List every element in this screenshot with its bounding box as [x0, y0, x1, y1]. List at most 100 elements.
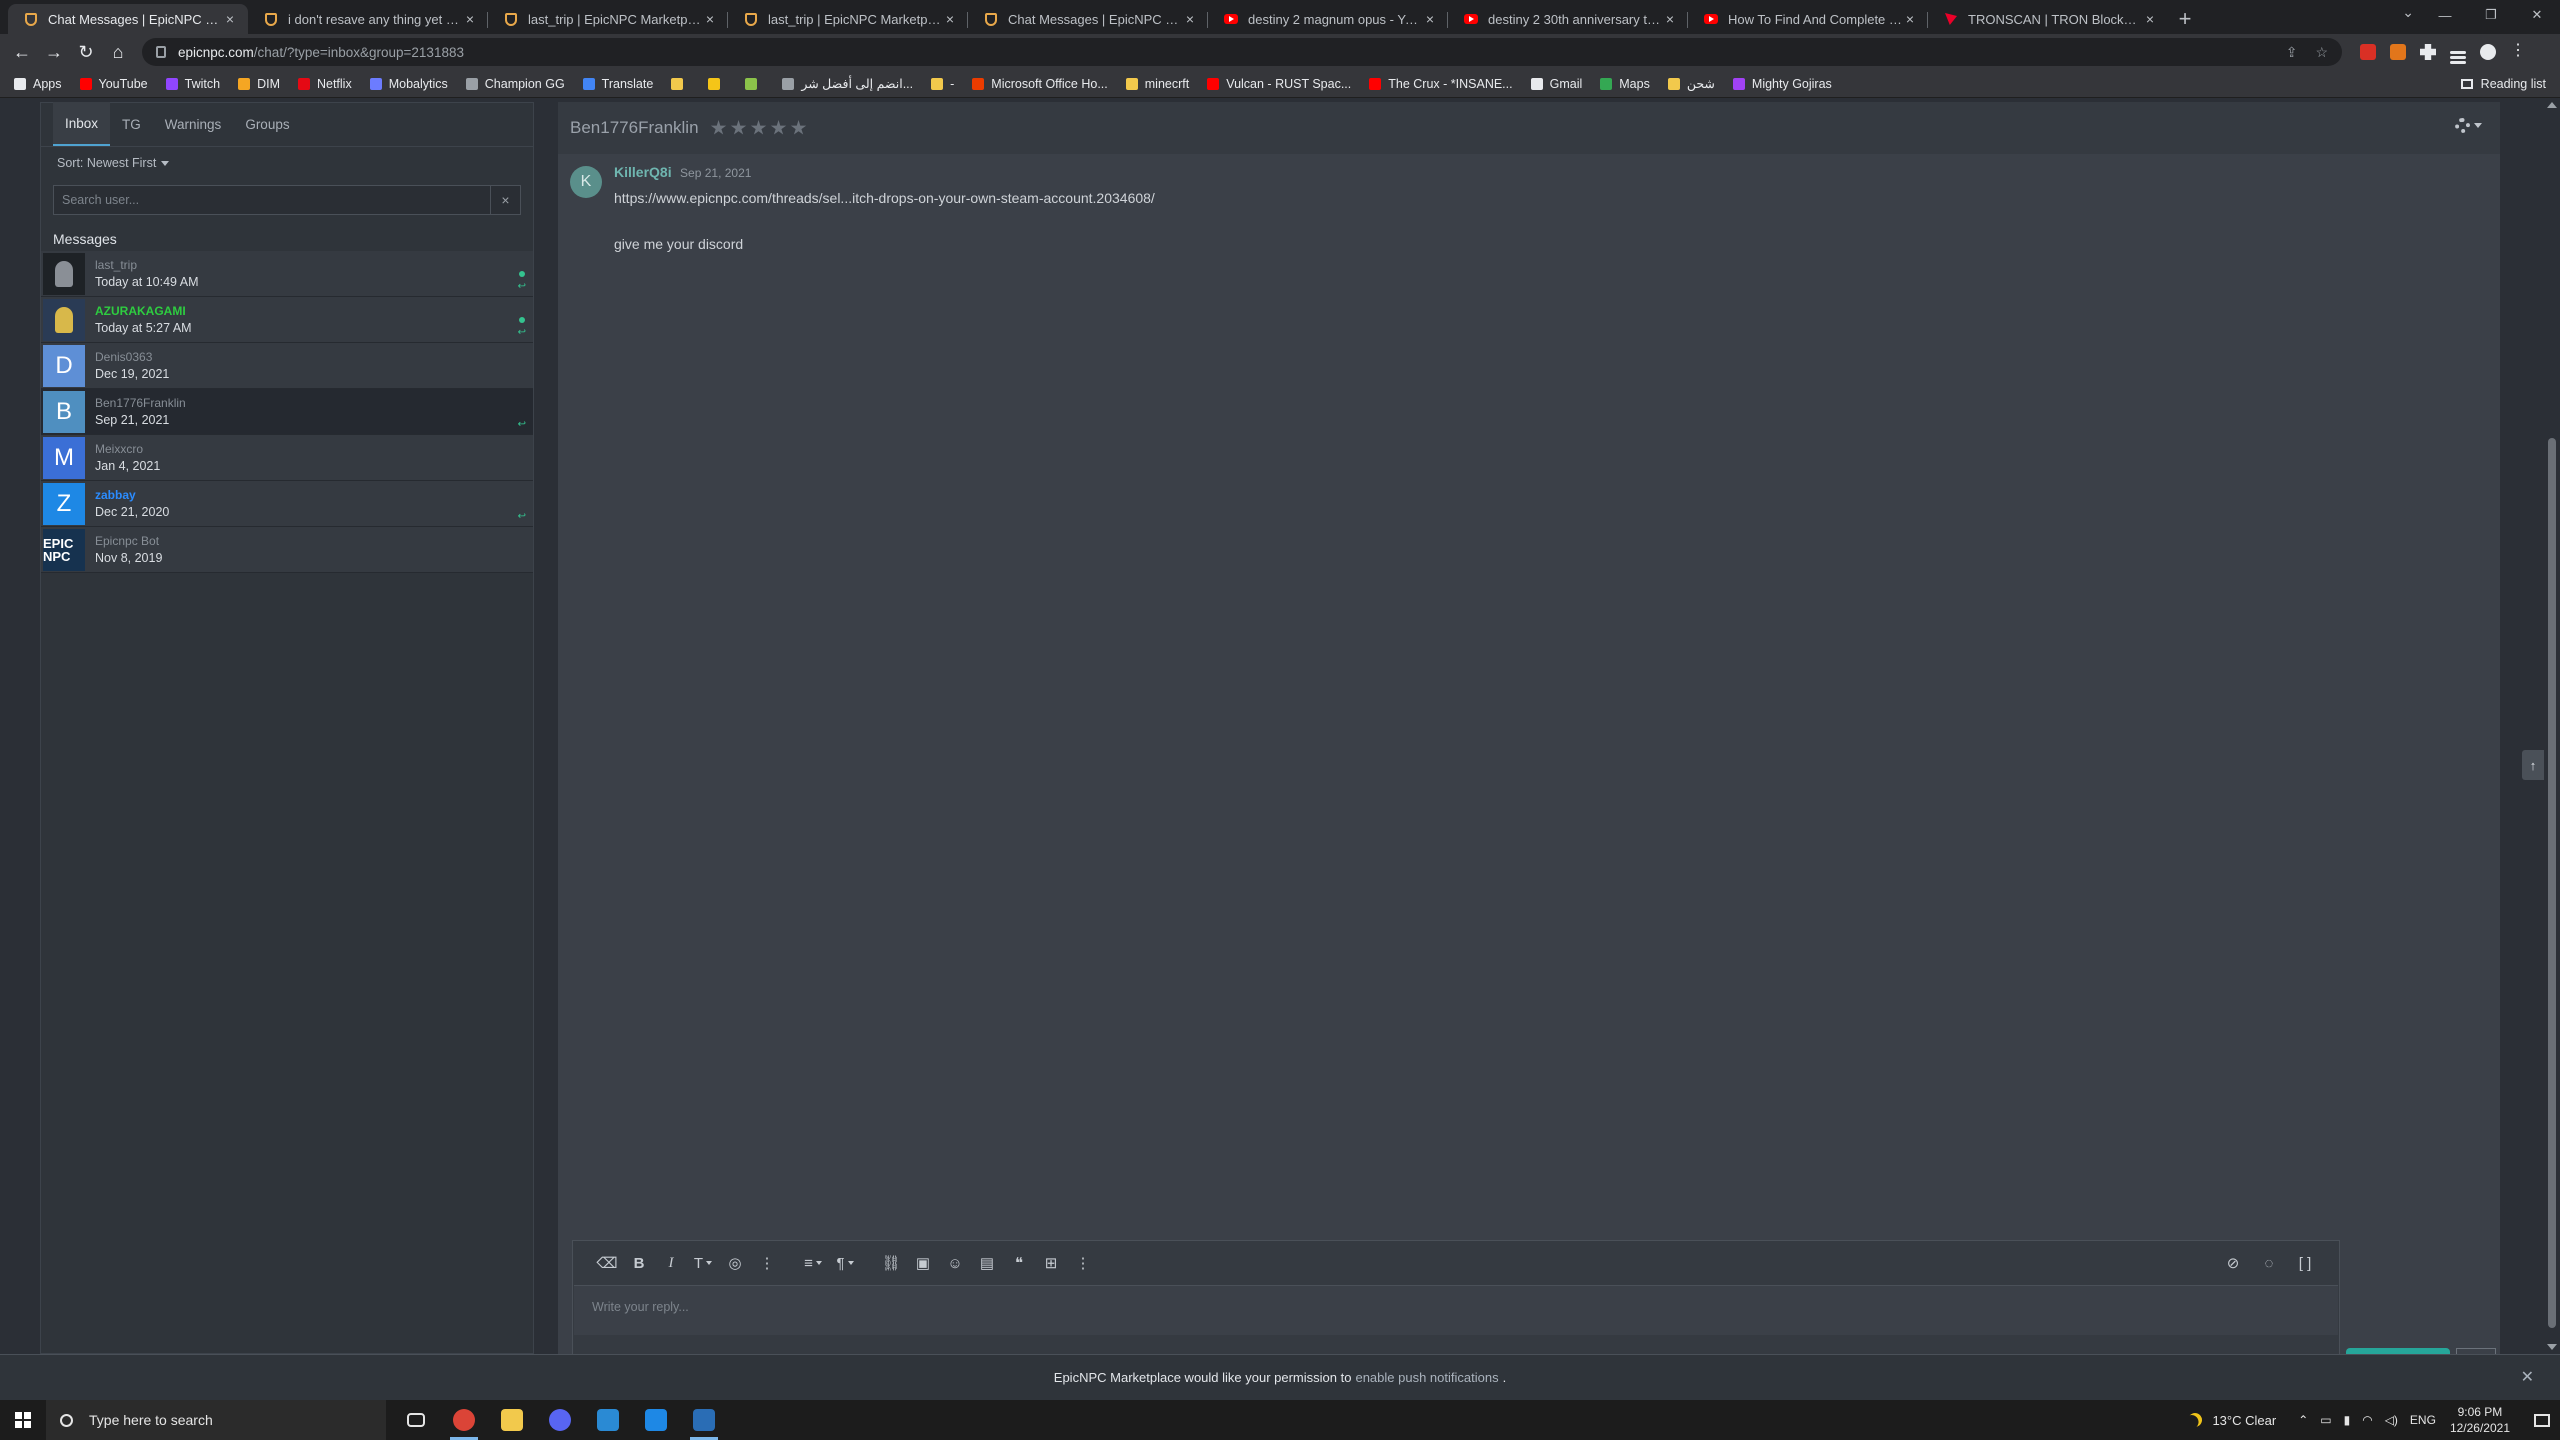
- network-icon[interactable]: ▭: [2320, 1413, 2331, 1427]
- notification-center-button[interactable]: [2524, 1400, 2560, 1440]
- bold-icon[interactable]: B: [623, 1249, 655, 1277]
- close-icon[interactable]: ✕: [2521, 1367, 2534, 1387]
- more-vertical-icon[interactable]: ⋮: [751, 1249, 783, 1277]
- minimize-button[interactable]: —: [2422, 0, 2468, 30]
- sort-dropdown[interactable]: Sort: Newest First: [41, 147, 533, 179]
- forward-arrow-icon[interactable]: →: [38, 36, 70, 68]
- close-tab-icon[interactable]: ×: [462, 11, 478, 27]
- conversation-item[interactable]: Zzabbay Dec 21, 2020 ↩: [41, 481, 533, 527]
- conversation-item[interactable]: M Meixxcro Jan 4, 2021: [41, 435, 533, 481]
- scroll-down-arrow-icon[interactable]: [2547, 1344, 2557, 1350]
- page-scrollbar[interactable]: [2544, 98, 2560, 1354]
- search-user-input[interactable]: [54, 186, 490, 214]
- reply-input[interactable]: Write your reply...: [574, 1285, 2338, 1335]
- browser-tab[interactable]: last_trip | EpicNPC Marketplace ×: [728, 4, 968, 34]
- file-explorer-icon[interactable]: [488, 1400, 536, 1440]
- restore-button[interactable]: ❐: [2468, 0, 2514, 30]
- bookmark-item[interactable]: [745, 77, 764, 90]
- browser-tab[interactable]: Chat Messages | EpicNPC Marketplace×: [968, 4, 1208, 34]
- bookmark-item[interactable]: minecrft: [1125, 77, 1189, 91]
- reload-icon[interactable]: ↻: [70, 36, 102, 68]
- bookmark-item[interactable]: The Crux - *INSANE...: [1369, 77, 1513, 91]
- scrollbar-thumb[interactable]: [2548, 438, 2556, 1328]
- task-view-icon[interactable]: [392, 1400, 440, 1440]
- microphone-icon[interactable]: ▮: [2344, 1413, 2351, 1427]
- image-icon[interactable]: ▣: [907, 1249, 939, 1277]
- enable-push-link[interactable]: enable push notifications: [1355, 1370, 1498, 1385]
- browser-tab[interactable]: TRONSCAN | TRON BlockChain E...×: [1928, 4, 2168, 34]
- bbcode-toggle-icon[interactable]: [ ]: [2289, 1249, 2321, 1277]
- close-tab-icon[interactable]: ×: [1662, 11, 1678, 27]
- close-window-button[interactable]: ✕: [2514, 0, 2560, 30]
- address-bar[interactable]: epicnpc.com/chat/?type=inbox&group=21318…: [142, 38, 2342, 66]
- star-icon[interactable]: [750, 120, 767, 135]
- tab-inbox[interactable]: Inbox: [53, 102, 111, 146]
- remove-format-icon[interactable]: ⊘: [2217, 1249, 2249, 1277]
- media-control-icon[interactable]: [2450, 50, 2466, 54]
- puzzle-icon[interactable]: [2420, 44, 2436, 60]
- star-icon[interactable]: [730, 120, 747, 135]
- quote-icon[interactable]: ❝: [1003, 1249, 1035, 1277]
- hide-preview-icon[interactable]: ◌: [2253, 1249, 2285, 1277]
- scroll-to-top-button[interactable]: ↑: [2522, 750, 2544, 780]
- close-tab-icon[interactable]: ×: [1902, 11, 1918, 27]
- chrome-icon[interactable]: [440, 1400, 488, 1440]
- language-indicator[interactable]: ENG: [2410, 1413, 2436, 1427]
- bookmark-item[interactable]: [708, 77, 727, 90]
- bookmark-item[interactable]: Apps: [14, 77, 62, 91]
- bookmark-item[interactable]: Microsoft Office Ho...: [972, 77, 1108, 91]
- extension-icon[interactable]: [2360, 44, 2376, 60]
- discord-icon[interactable]: [536, 1400, 584, 1440]
- home-icon[interactable]: ⌂: [102, 36, 134, 68]
- browser-tab[interactable]: destiny 2 magnum opus - YouTube×: [1208, 4, 1448, 34]
- metamask-icon[interactable]: [2390, 44, 2406, 60]
- conversation-item[interactable]: EPIC NPC Epicnpc Bot Nov 8, 2019: [41, 527, 533, 573]
- close-tab-icon[interactable]: ×: [702, 11, 718, 27]
- table-icon[interactable]: ⊞: [1035, 1249, 1067, 1277]
- taskbar-clock[interactable]: 9:06 PM 12/26/2021: [2450, 1404, 2510, 1436]
- conversation-item[interactable]: last_trip Today at 10:49 AM ↩: [41, 251, 533, 297]
- reading-list-button[interactable]: Reading list: [2460, 77, 2546, 91]
- new-tab-button[interactable]: +: [2168, 4, 2202, 34]
- bookmark-item[interactable]: Netflix: [297, 77, 352, 91]
- bookmark-item[interactable]: YouTube: [79, 77, 148, 91]
- avatar[interactable]: EPIC NPC: [43, 528, 85, 571]
- avatar[interactable]: M: [43, 436, 85, 479]
- bookmark-star-icon[interactable]: ☆: [2315, 44, 2328, 61]
- tab-warnings[interactable]: Warnings: [153, 102, 234, 146]
- menu-kebab-icon[interactable]: ⋮: [2510, 43, 2526, 60]
- close-tab-icon[interactable]: ×: [942, 11, 958, 27]
- lock-icon[interactable]: [156, 46, 166, 58]
- close-tab-icon[interactable]: ×: [1182, 11, 1198, 27]
- tab-groups[interactable]: Groups: [233, 102, 301, 146]
- bookmark-item[interactable]: Mobalytics: [369, 77, 448, 91]
- media-icon[interactable]: ▤: [971, 1249, 1003, 1277]
- browser-tab[interactable]: Chat Messages | EpicNPC Marketplace×: [8, 4, 248, 34]
- browser-tab[interactable]: i don't resave any thing yet form...×: [248, 4, 488, 34]
- bookmark-item[interactable]: [671, 77, 690, 90]
- browser-tab[interactable]: How To Find And Complete 30th...×: [1688, 4, 1928, 34]
- bookmark-item[interactable]: Mighty Gojiras: [1732, 77, 1832, 91]
- mail-icon[interactable]: [584, 1400, 632, 1440]
- chevron-up-icon[interactable]: ⌃: [2298, 1413, 2308, 1427]
- weather-widget[interactable]: 13°C Clear: [2188, 1413, 2276, 1428]
- bookmark-item[interactable]: انضم إلى أفضل شر...: [782, 76, 913, 91]
- bookmark-item[interactable]: Vulcan - RUST Spac...: [1207, 77, 1351, 91]
- link-icon[interactable]: ⛓: [875, 1249, 907, 1277]
- app-blue-icon[interactable]: [632, 1400, 680, 1440]
- bookmark-item[interactable]: Gmail: [1530, 77, 1582, 91]
- avatar[interactable]: [43, 252, 85, 295]
- tab-search-icon[interactable]: ⌄: [2402, 4, 2414, 21]
- profile-avatar[interactable]: [2480, 44, 2496, 60]
- avatar[interactable]: Z: [43, 482, 85, 525]
- bookmark-item[interactable]: Translate: [582, 77, 653, 91]
- browser-tab[interactable]: last_trip | EpicNPC Marketplace ×: [488, 4, 728, 34]
- avatar[interactable]: D: [43, 344, 85, 387]
- align-icon[interactable]: ≡: [797, 1249, 829, 1277]
- paragraph-icon[interactable]: ¶: [829, 1249, 861, 1277]
- conversation-item[interactable]: AZURAKAGAMI Today at 5:27 AM ↩: [41, 297, 533, 343]
- avatar[interactable]: [43, 298, 85, 341]
- close-tab-icon[interactable]: ×: [1422, 11, 1438, 27]
- wifi-icon[interactable]: ◠: [2362, 1413, 2372, 1427]
- close-tab-icon[interactable]: ×: [2142, 11, 2158, 27]
